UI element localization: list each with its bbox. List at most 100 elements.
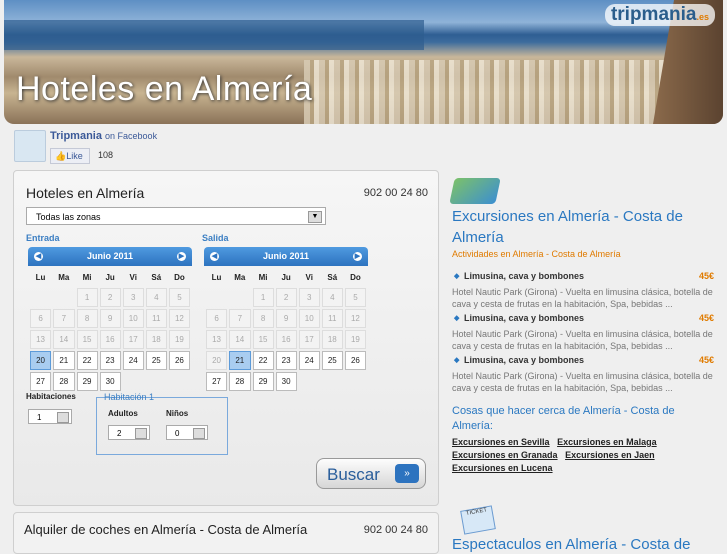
- calendar-day[interactable]: 21: [53, 351, 75, 370]
- search-phone: 902 00 24 80: [363, 187, 428, 199]
- calendar-day[interactable]: 30: [99, 372, 121, 391]
- ticket-icon: TICKET: [460, 505, 496, 535]
- calendar-day[interactable]: 23: [275, 351, 297, 370]
- link-sevilla[interactable]: Excursiones en Sevilla: [452, 437, 550, 447]
- item-desc: Hotel Nautic Park (Girona) - Vuelta en l…: [452, 329, 713, 351]
- item-name[interactable]: Limusina, cava y bombones: [464, 271, 584, 281]
- chevron-down-icon: [135, 428, 147, 439]
- calendar-day: 4: [145, 288, 167, 307]
- calendar-day: [30, 288, 51, 307]
- chevron-down-icon: [57, 412, 69, 423]
- calendar-day[interactable]: 27: [30, 372, 52, 391]
- calendar-day[interactable]: 24: [122, 351, 144, 370]
- calendar-day[interactable]: 24: [298, 351, 320, 370]
- chevron-right-icon[interactable]: ▶: [177, 252, 186, 261]
- entrada-calendar: ◀ Junio 2011 ▶ Lu Ma Mi Ju Vi Sá Do 1 2 3 4 5 6 7 8 9 10 11 1…: [28, 247, 192, 391]
- calendar-day[interactable]: 26: [168, 351, 190, 370]
- adultos-select[interactable]: 2: [108, 425, 150, 440]
- zone-select[interactable]: Todas las zonas ▼: [26, 207, 326, 225]
- car-rental-panel: Alquiler de coches en Almería - Costa de…: [13, 512, 439, 554]
- list-item[interactable]: ◆ Limusina, cava y bombones 45€ Hotel Naut…: [452, 355, 714, 394]
- calendar-day: 19: [344, 330, 366, 349]
- habitaciones-select[interactable]: 1: [28, 409, 72, 424]
- link-lucena[interactable]: Excursiones en Lucena: [452, 463, 553, 473]
- weekday-label: Do: [350, 272, 361, 282]
- double-arrow-icon: »: [395, 464, 419, 483]
- facebook-widget: Tripmania on Facebook 👍Like 108: [14, 128, 294, 166]
- calendar-grid: Lu Ma Mi Ju Vi Sá Do 1 2 3 4 5 6 7 8 9 10 11 12 13 14 15 16 17 1…: [204, 266, 368, 393]
- weekday-label: Mi: [258, 272, 268, 282]
- calendar-month: Junio 2011: [86, 251, 134, 261]
- excursions-subtitle[interactable]: Actividades en Almería - Costa de Almerí…: [452, 249, 621, 259]
- calendar-day: [299, 372, 320, 391]
- ninos-select[interactable]: 0: [166, 425, 208, 440]
- item-desc: Hotel Nautic Park (Girona) - Vuelta en l…: [452, 371, 713, 393]
- calendar-day: 12: [168, 309, 190, 328]
- calendar-day: 14: [53, 330, 75, 349]
- calendar-day[interactable]: 25: [321, 351, 343, 370]
- calendar-day[interactable]: 29: [76, 372, 98, 391]
- chevron-left-icon[interactable]: ◀: [34, 252, 43, 261]
- list-item[interactable]: ◆ Limusina, cava y bombones 45€ Hotel Naut…: [452, 271, 714, 310]
- logo-text: tripmania: [610, 4, 697, 25]
- search-button[interactable]: Buscar »: [316, 458, 426, 489]
- calendar-day[interactable]: 30: [275, 372, 297, 391]
- calendar-day[interactable]: 29: [252, 372, 274, 391]
- calendar-day[interactable]: 25: [145, 351, 167, 370]
- link-malaga[interactable]: Excursiones en Malaga: [557, 437, 657, 447]
- chevron-left-icon[interactable]: ◀: [210, 252, 219, 261]
- calendar-day[interactable]: 28: [53, 372, 75, 391]
- habitaciones-label: Habitaciones: [26, 392, 76, 401]
- item-price: 45€: [698, 313, 714, 323]
- calendar-day[interactable]: 22: [252, 351, 274, 370]
- car-rental-title: Alquiler de coches en Almería - Costa de…: [24, 522, 308, 537]
- calendar-day: 16: [275, 330, 297, 349]
- arrow-bullet-icon: ◆: [454, 357, 460, 364]
- weekday-label: Ju: [281, 272, 291, 282]
- calendar-day: [229, 288, 250, 307]
- calendar-day[interactable]: 20: [30, 351, 52, 370]
- link-jaen[interactable]: Excursiones en Jaen: [565, 450, 655, 460]
- calendar-day: 8: [76, 309, 98, 328]
- zone-select-value: Todas las zonas: [36, 212, 101, 222]
- arrow-bullet-icon: ◆: [454, 315, 460, 322]
- item-name[interactable]: Limusina, cava y bombones: [464, 355, 584, 365]
- calendar-day[interactable]: 26: [344, 351, 366, 370]
- item-name[interactable]: Limusina, cava y bombones: [464, 313, 584, 323]
- facebook-suffix[interactable]: on Facebook: [105, 131, 157, 141]
- item-price: 45€: [698, 271, 714, 281]
- facebook-avatar[interactable]: [14, 130, 46, 162]
- ninos-label: Niños: [166, 409, 189, 418]
- map-icon: [449, 178, 501, 204]
- adultos-label: Adultos: [108, 409, 138, 418]
- search-button-label: Buscar: [327, 465, 380, 484]
- calendar-day[interactable]: 23: [99, 351, 121, 370]
- calendar-day: 15: [76, 330, 98, 349]
- tripmania-logo[interactable]: tripmania.es: [604, 4, 715, 26]
- excursions-title[interactable]: Excursiones en Almería - Costa de Almerí…: [452, 206, 722, 248]
- habitacion-1-label: Habitación 1: [104, 392, 155, 402]
- weekday-label: Ma: [58, 272, 70, 282]
- calendar-day: 1: [76, 288, 98, 307]
- like-button[interactable]: 👍Like: [50, 148, 90, 164]
- calendar-day[interactable]: 21: [229, 351, 251, 370]
- calendar-day: 6: [206, 309, 228, 328]
- calendar-day: 18: [321, 330, 343, 349]
- calendar-day: 8: [252, 309, 274, 328]
- calendar-day[interactable]: 27: [206, 372, 228, 391]
- calendar-day[interactable]: 28: [229, 372, 251, 391]
- hotel-search-panel: Hoteles en Almería 902 00 24 80 Todas la…: [13, 170, 439, 506]
- facebook-page-link[interactable]: Tripmania: [50, 130, 102, 142]
- calendar-day: [53, 288, 74, 307]
- link-granada[interactable]: Excursiones en Granada: [452, 450, 558, 460]
- chevron-right-icon[interactable]: ▶: [353, 252, 362, 261]
- list-item[interactable]: ◆ Limusina, cava y bombones 45€ Hotel Naut…: [452, 313, 714, 352]
- calendar-day: 2: [275, 288, 297, 307]
- calendar-day[interactable]: 22: [76, 351, 98, 370]
- calendar-day: 9: [99, 309, 121, 328]
- car-rental-phone: 902 00 24 80: [363, 524, 428, 536]
- calendar-day: 3: [298, 288, 320, 307]
- weekday-label: Do: [174, 272, 185, 282]
- calendar-day: 4: [321, 288, 343, 307]
- weekday-label: Sá: [151, 272, 162, 282]
